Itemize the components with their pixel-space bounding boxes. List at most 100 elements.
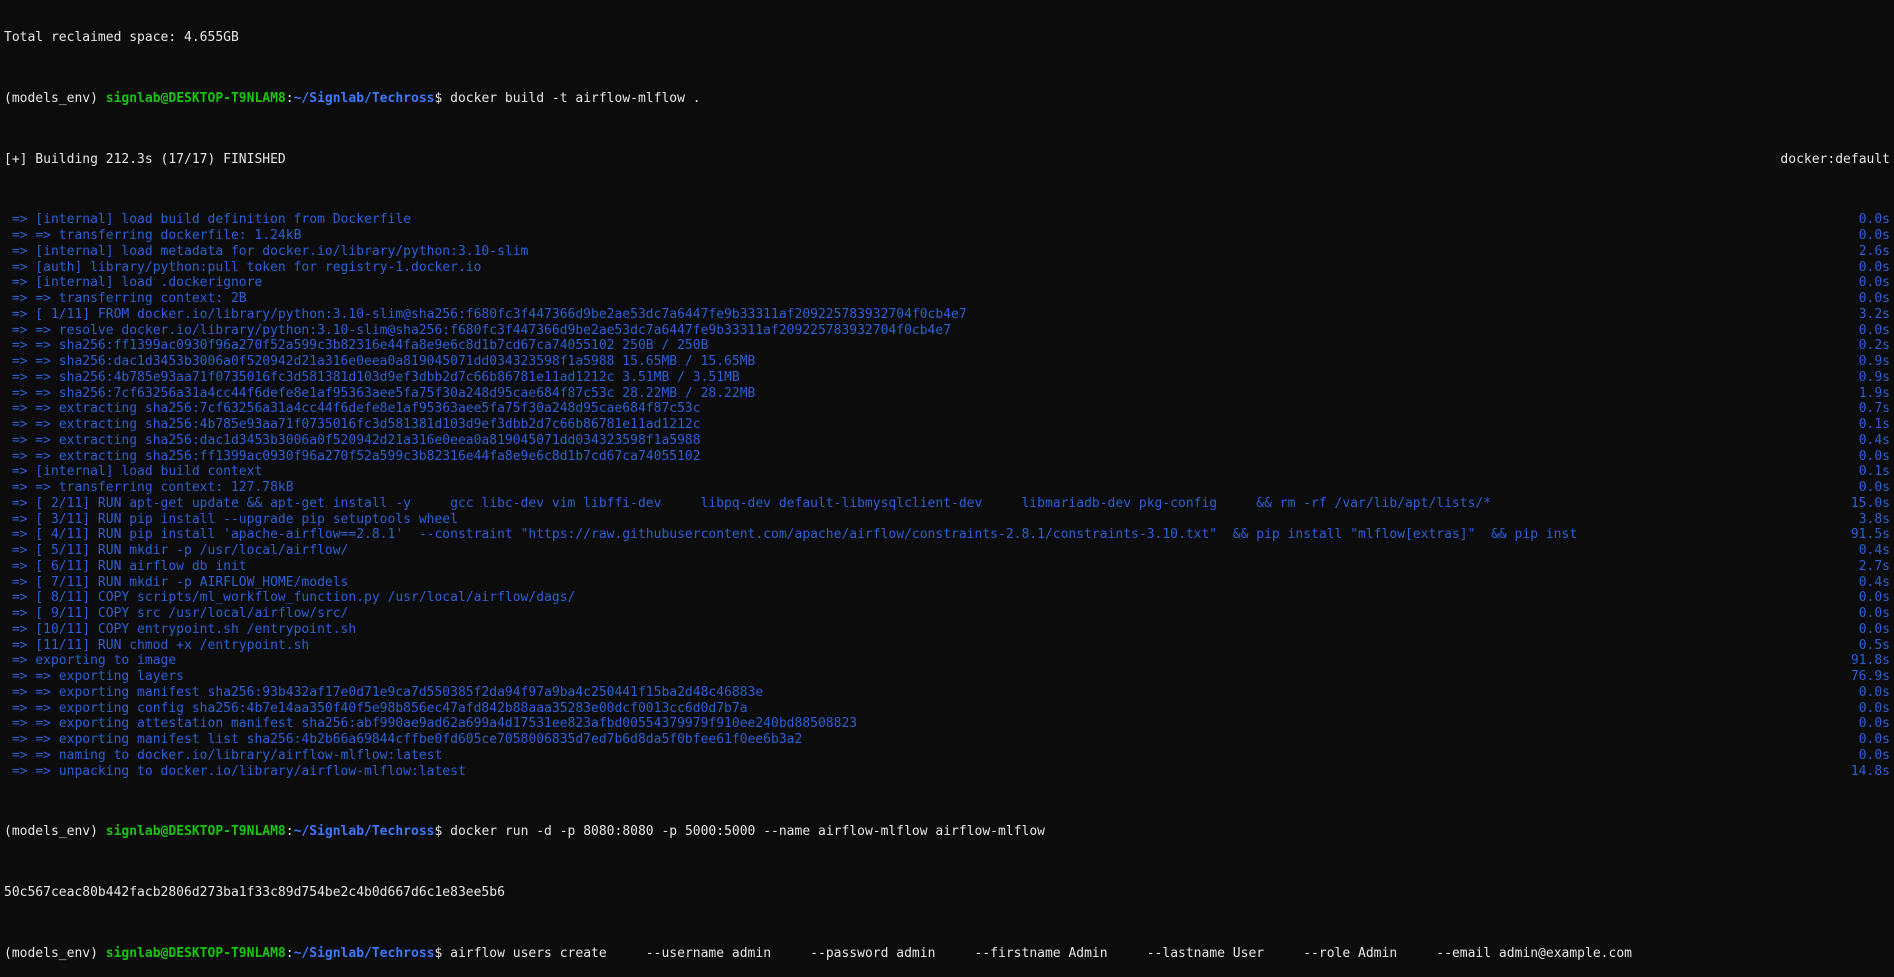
prompt-colon: : bbox=[285, 824, 294, 840]
prompt-symbol: $ bbox=[434, 824, 451, 840]
build-step-time: 0.0s bbox=[1858, 448, 1890, 464]
build-step-time: 0.0s bbox=[1858, 621, 1890, 637]
reclaimed-space-text: Total reclaimed space: 4.655GB bbox=[4, 30, 239, 45]
build-step-text: => => exporting config sha256:4b7e14aa35… bbox=[4, 700, 748, 716]
prompt-symbol: $ bbox=[434, 945, 451, 961]
build-step-line: => => unpacking to docker.io/library/air… bbox=[4, 764, 1890, 780]
build-header-text: [+] Building 212.3s (17/17) FINISHED bbox=[4, 151, 286, 167]
prompt-symbol: $ bbox=[434, 90, 451, 106]
build-step-text: => [auth] library/python:pull token for … bbox=[4, 259, 482, 275]
build-step-time: 0.4s bbox=[1858, 574, 1890, 590]
build-step-line: => => sha256:4b785e93aa71f0735016fc3d581… bbox=[4, 370, 1890, 386]
build-step-text: => => exporting layers bbox=[4, 669, 185, 684]
build-step-text: => [ 3/11] RUN pip install --upgrade pip… bbox=[4, 511, 458, 527]
build-step-line: => [ 4/11] RUN pip install 'apache-airfl… bbox=[4, 527, 1890, 543]
build-step-time: 0.4s bbox=[1858, 543, 1890, 558]
build-step-time: 1.9s bbox=[1858, 385, 1890, 401]
build-step-text: => => exporting attestation manifest sha… bbox=[4, 716, 858, 732]
build-step-line: => [internal] load build definition from… bbox=[4, 212, 1890, 228]
build-step-time: 0.2s bbox=[1858, 338, 1890, 354]
build-step-line: => => extracting sha256:7cf63256a31a4cc4… bbox=[4, 401, 1890, 417]
build-step-time: 0.0s bbox=[1858, 747, 1890, 763]
build-step-line: => [ 8/11] COPY scripts/ml_workflow_func… bbox=[4, 590, 1890, 606]
build-step-line: => => exporting attestation manifest sha… bbox=[4, 716, 1890, 732]
prompt-colon: : bbox=[285, 945, 294, 961]
build-step-time: 0.0s bbox=[1858, 606, 1890, 621]
build-step-text: => => sha256:dac1d3453b3006a0f520942d21a… bbox=[4, 354, 756, 369]
build-step-time: 0.9s bbox=[1858, 354, 1890, 369]
build-step-line: => [internal] load metadata for docker.i… bbox=[4, 244, 1890, 260]
container-id-line: 50c567ceac80b442facb2806d273ba1f33c89d75… bbox=[4, 885, 1890, 901]
build-step-line: => [10/11] COPY entrypoint.sh /entrypoin… bbox=[4, 622, 1890, 638]
build-step-time: 76.9s bbox=[1850, 669, 1890, 684]
build-step-line: => => sha256:ff1399ac0930f96a270f52a599c… bbox=[4, 338, 1890, 354]
build-step-line: => => transferring context: 2B 0.0s bbox=[4, 291, 1890, 307]
run-command: docker run -d -p 8080:8080 -p 5000:5000 … bbox=[450, 824, 1045, 840]
terminal-window[interactable]: Total reclaimed space: 4.655GB (models_e… bbox=[0, 0, 1894, 961]
build-step-text: => [ 7/11] RUN mkdir -p AIRFLOW_HOME/mod… bbox=[4, 574, 349, 590]
build-step-line: => => naming to docker.io/library/airflo… bbox=[4, 748, 1890, 764]
prompt-path: ~/Signlab/Techross bbox=[293, 945, 435, 961]
build-step-text: => [ 4/11] RUN pip install 'apache-airfl… bbox=[4, 527, 1578, 543]
build-step-time: 0.0s bbox=[1858, 732, 1890, 747]
command-input[interactable]: airflow users create --username admin --… bbox=[450, 946, 1632, 961]
prompt-colon: : bbox=[285, 90, 294, 106]
build-step-time: 0.0s bbox=[1858, 716, 1890, 732]
build-step-time: 0.0s bbox=[1858, 291, 1890, 306]
build-step-text: => => transferring context: 2B bbox=[4, 291, 247, 306]
build-step-time: 0.0s bbox=[1858, 700, 1890, 716]
build-step-time: 91.8s bbox=[1850, 653, 1890, 669]
prompt-user-host: signlab@DESKTOP-T9NLAM8 bbox=[105, 90, 286, 106]
build-step-line: => => sha256:7cf63256a31a4cc44f6defe8e1a… bbox=[4, 386, 1890, 402]
build-step-line: => [11/11] RUN chmod +x /entrypoint.sh 0.… bbox=[4, 638, 1890, 654]
build-step-text: => => unpacking to docker.io/library/air… bbox=[4, 763, 466, 779]
build-step-text: => => sha256:4b785e93aa71f0735016fc3d581… bbox=[4, 369, 740, 385]
build-steps-list: => [internal] load build definition from… bbox=[4, 212, 1890, 779]
build-step-text: => [ 1/11] FROM docker.io/library/python… bbox=[4, 306, 967, 322]
build-step-line: => [ 7/11] RUN mkdir -p AIRFLOW_HOME/mod… bbox=[4, 575, 1890, 591]
build-step-time: 15.0s bbox=[1850, 495, 1890, 511]
prompt-env: (models_env) bbox=[4, 824, 106, 840]
build-step-text: => => transferring context: 127.78kB bbox=[4, 480, 294, 495]
build-step-line: => => extracting sha256:ff1399ac0930f96a… bbox=[4, 449, 1890, 465]
build-step-time: 0.0s bbox=[1858, 480, 1890, 495]
build-step-text: => [ 8/11] COPY scripts/ml_workflow_func… bbox=[4, 590, 576, 606]
build-step-text: => => extracting sha256:4b785e93aa71f073… bbox=[4, 417, 701, 432]
build-step-text: => => sha256:ff1399ac0930f96a270f52a599c… bbox=[4, 338, 709, 354]
build-step-text: => => exporting manifest sha256:93b432af… bbox=[4, 684, 764, 700]
build-step-time: 3.2s bbox=[1858, 306, 1890, 322]
build-step-time: 0.0s bbox=[1858, 212, 1890, 228]
build-step-line: => => exporting manifest list sha256:4b2… bbox=[4, 732, 1890, 748]
build-step-line: => => exporting config sha256:4b7e14aa35… bbox=[4, 701, 1890, 717]
build-step-text: => => transferring dockerfile: 1.24kB bbox=[4, 228, 302, 243]
build-step-time: 0.0s bbox=[1858, 275, 1890, 291]
build-step-text: => => resolve docker.io/library/python:3… bbox=[4, 322, 952, 338]
build-step-time: 2.6s bbox=[1858, 243, 1890, 259]
prompt-path: ~/Signlab/Techross bbox=[293, 90, 435, 106]
prompt-path: ~/Signlab/Techross bbox=[293, 824, 435, 840]
build-step-text: => [10/11] COPY entrypoint.sh /entrypoin… bbox=[4, 621, 357, 637]
build-step-text: => [ 6/11] RUN airflow db init bbox=[4, 558, 247, 574]
build-step-line: => [internal] load .dockerignore 0.0s bbox=[4, 275, 1890, 291]
build-step-time: 0.5s bbox=[1858, 637, 1890, 653]
prompt-user-host: signlab@DESKTOP-T9NLAM8 bbox=[105, 945, 286, 961]
prompt-line-current[interactable]: (models_env) signlab@DESKTOP-T9NLAM8:~/S… bbox=[4, 946, 1890, 962]
build-step-text: => => naming to docker.io/library/airflo… bbox=[4, 747, 443, 763]
build-step-line: => exporting to image 91.8s bbox=[4, 653, 1890, 669]
build-step-text: => [11/11] RUN chmod +x /entrypoint.sh bbox=[4, 637, 310, 653]
build-step-time: 3.8s bbox=[1858, 511, 1890, 527]
build-command: docker build -t airflow-mlflow . bbox=[450, 90, 701, 106]
prompt-line-build: (models_env) signlab@DESKTOP-T9NLAM8:~/S… bbox=[4, 91, 1890, 107]
build-step-line: => [ 2/11] RUN apt-get update && apt-get… bbox=[4, 496, 1890, 512]
build-step-time: 0.0s bbox=[1858, 684, 1890, 700]
build-step-text: => [internal] load build context bbox=[4, 464, 263, 480]
build-step-time: 14.8s bbox=[1850, 763, 1890, 779]
build-step-line: => => extracting sha256:dac1d3453b3006a0… bbox=[4, 433, 1890, 449]
build-step-time: 91.5s bbox=[1850, 527, 1890, 543]
prompt-env: (models_env) bbox=[4, 945, 106, 961]
build-step-text: => exporting to image bbox=[4, 653, 177, 669]
build-step-text: => => extracting sha256:dac1d3453b3006a0… bbox=[4, 432, 701, 448]
build-step-text: => => sha256:7cf63256a31a4cc44f6defe8e1a… bbox=[4, 385, 756, 401]
build-step-time: 0.1s bbox=[1858, 417, 1890, 432]
build-step-line: => => exporting manifest sha256:93b432af… bbox=[4, 685, 1890, 701]
